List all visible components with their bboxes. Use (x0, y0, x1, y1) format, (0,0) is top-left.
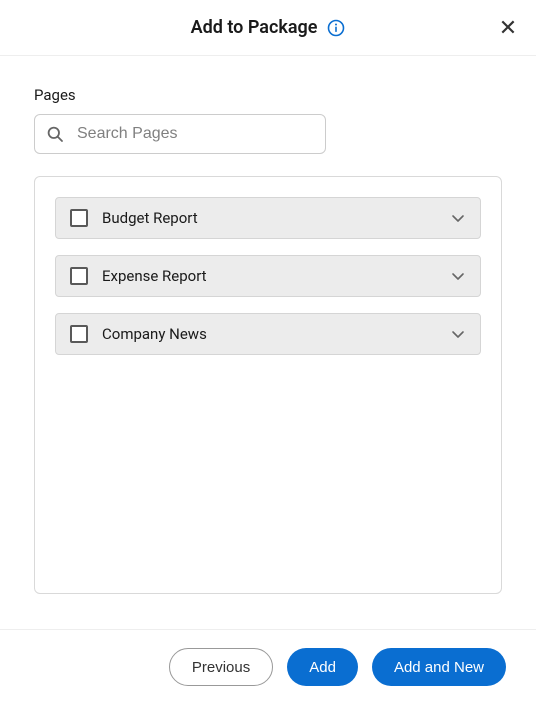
add-and-new-button[interactable]: Add and New (372, 648, 506, 686)
item-label: Company News (102, 325, 450, 343)
add-button[interactable]: Add (287, 648, 358, 686)
chevron-down-icon[interactable] (450, 268, 466, 284)
checkbox[interactable] (70, 267, 88, 285)
item-label: Budget Report (102, 209, 450, 227)
modal-header: Add to Package ✕ (0, 0, 536, 56)
chevron-down-icon[interactable] (450, 210, 466, 226)
close-button[interactable]: ✕ (492, 12, 524, 44)
item-label: Expense Report (102, 267, 450, 285)
search-wrap (34, 114, 326, 154)
modal-content: Pages Budget Report Expense Report (0, 56, 536, 594)
checkbox[interactable] (70, 209, 88, 227)
info-icon[interactable] (327, 19, 345, 37)
list-item[interactable]: Expense Report (55, 255, 481, 297)
header-title-group: Add to Package (191, 17, 346, 38)
checkbox[interactable] (70, 325, 88, 343)
modal-title: Add to Package (191, 17, 318, 38)
pages-list-box: Budget Report Expense Report Company New… (34, 176, 502, 594)
previous-button[interactable]: Previous (169, 648, 273, 686)
close-icon: ✕ (499, 17, 517, 39)
list-item[interactable]: Company News (55, 313, 481, 355)
modal-footer: Previous Add Add and New (0, 629, 536, 704)
pages-label: Pages (34, 86, 502, 104)
list-item[interactable]: Budget Report (55, 197, 481, 239)
search-input[interactable] (34, 114, 326, 154)
chevron-down-icon[interactable] (450, 326, 466, 342)
